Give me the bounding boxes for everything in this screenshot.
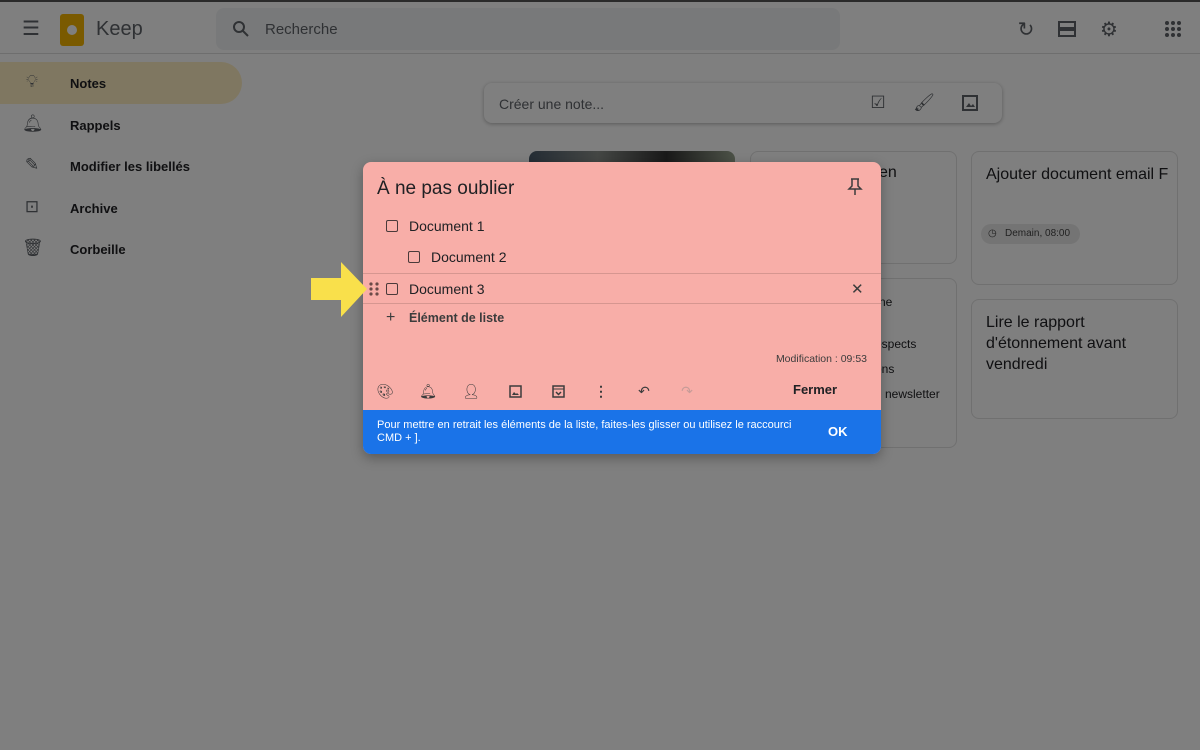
add-list-item[interactable]: + Élément de liste: [363, 305, 881, 336]
add-item-label: Élément de liste: [409, 311, 505, 325]
list-item[interactable]: Document 2: [363, 242, 881, 273]
drag-handle-icon[interactable]: [369, 282, 379, 301]
list-item-text[interactable]: Document 1: [409, 218, 484, 234]
indent-tip-banner: Pour mettre en retrait les éléments de l…: [363, 410, 881, 454]
banner-ok-button[interactable]: OK: [828, 424, 848, 439]
redo-icon[interactable]: ↷: [677, 381, 697, 401]
pin-icon[interactable]: [847, 178, 863, 196]
note-title[interactable]: À ne pas oublier: [377, 178, 514, 200]
checkbox[interactable]: [386, 283, 398, 295]
annotation-arrow-icon: [311, 262, 367, 317]
plus-icon: +: [386, 309, 396, 326]
modified-timestamp: Modification : 09:53: [775, 353, 867, 365]
list-item[interactable]: Document 1: [363, 211, 881, 242]
delete-item-icon[interactable]: ✕: [851, 280, 864, 298]
reminder-bell-icon[interactable]: 🔔︎: [418, 381, 438, 401]
banner-text: Pour mettre en retrait les éléments de l…: [377, 419, 792, 444]
archive-icon[interactable]: [548, 381, 568, 401]
list-item-text[interactable]: Document 3: [409, 281, 484, 297]
checkbox[interactable]: [386, 220, 398, 232]
list-item-text[interactable]: Document 2: [431, 249, 506, 265]
checkbox[interactable]: [408, 251, 420, 263]
image-icon[interactable]: [505, 381, 525, 401]
palette-icon[interactable]: 🎨︎: [375, 381, 395, 401]
collaborator-icon[interactable]: 👤︎: [461, 381, 481, 401]
note-editor-dialog: À ne pas oublier Document 1 Document 2 D…: [363, 162, 881, 454]
close-button[interactable]: Fermer: [793, 382, 837, 397]
undo-icon[interactable]: ↶: [634, 381, 654, 401]
list-item[interactable]: Document 3 ✕: [363, 273, 881, 304]
more-options-icon[interactable]: ⋮: [591, 381, 611, 401]
